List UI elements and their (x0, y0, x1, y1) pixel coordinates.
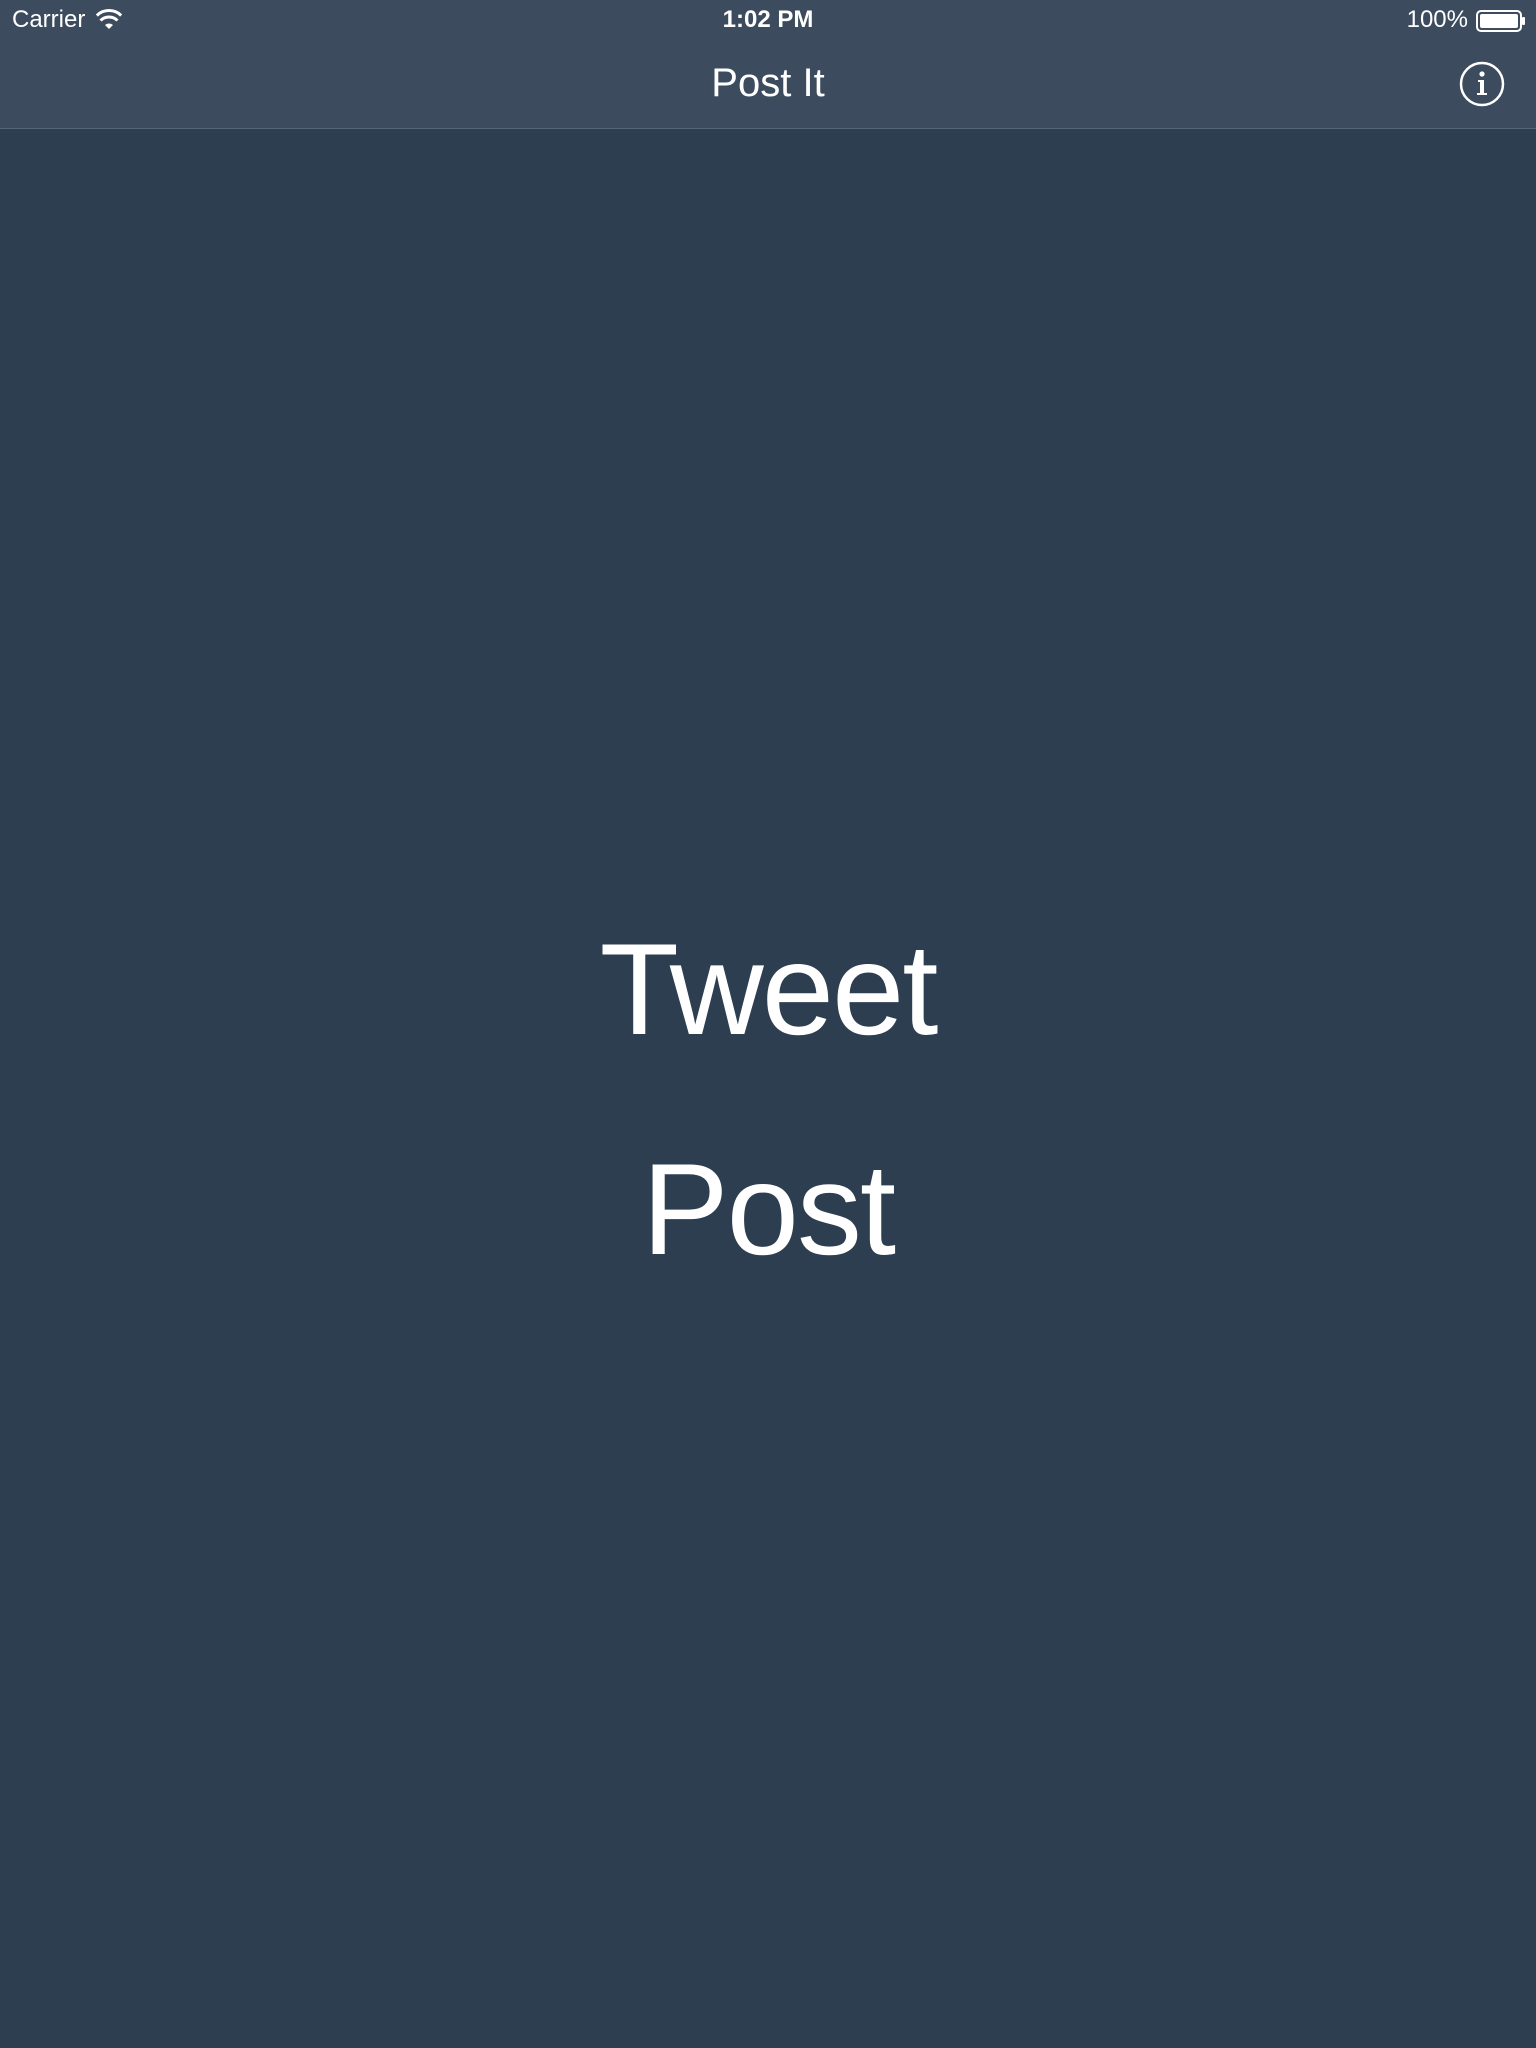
page-title: Post It (711, 61, 825, 105)
top-bar: Carrier 1:02 PM 100% Post It (0, 0, 1536, 129)
post-button[interactable]: Post (468, 1129, 1068, 1289)
main-content: Tweet Post (0, 129, 1536, 2048)
info-icon (1459, 61, 1505, 107)
status-bar: Carrier 1:02 PM 100% (0, 0, 1536, 40)
status-time: 1:02 PM (722, 6, 814, 33)
nav-bar: Post It (0, 40, 1536, 128)
battery-icon (1476, 10, 1526, 32)
info-button[interactable] (1458, 60, 1506, 108)
tweet-button[interactable]: Tweet (468, 909, 1068, 1069)
battery-percent: 100% (1406, 6, 1468, 33)
